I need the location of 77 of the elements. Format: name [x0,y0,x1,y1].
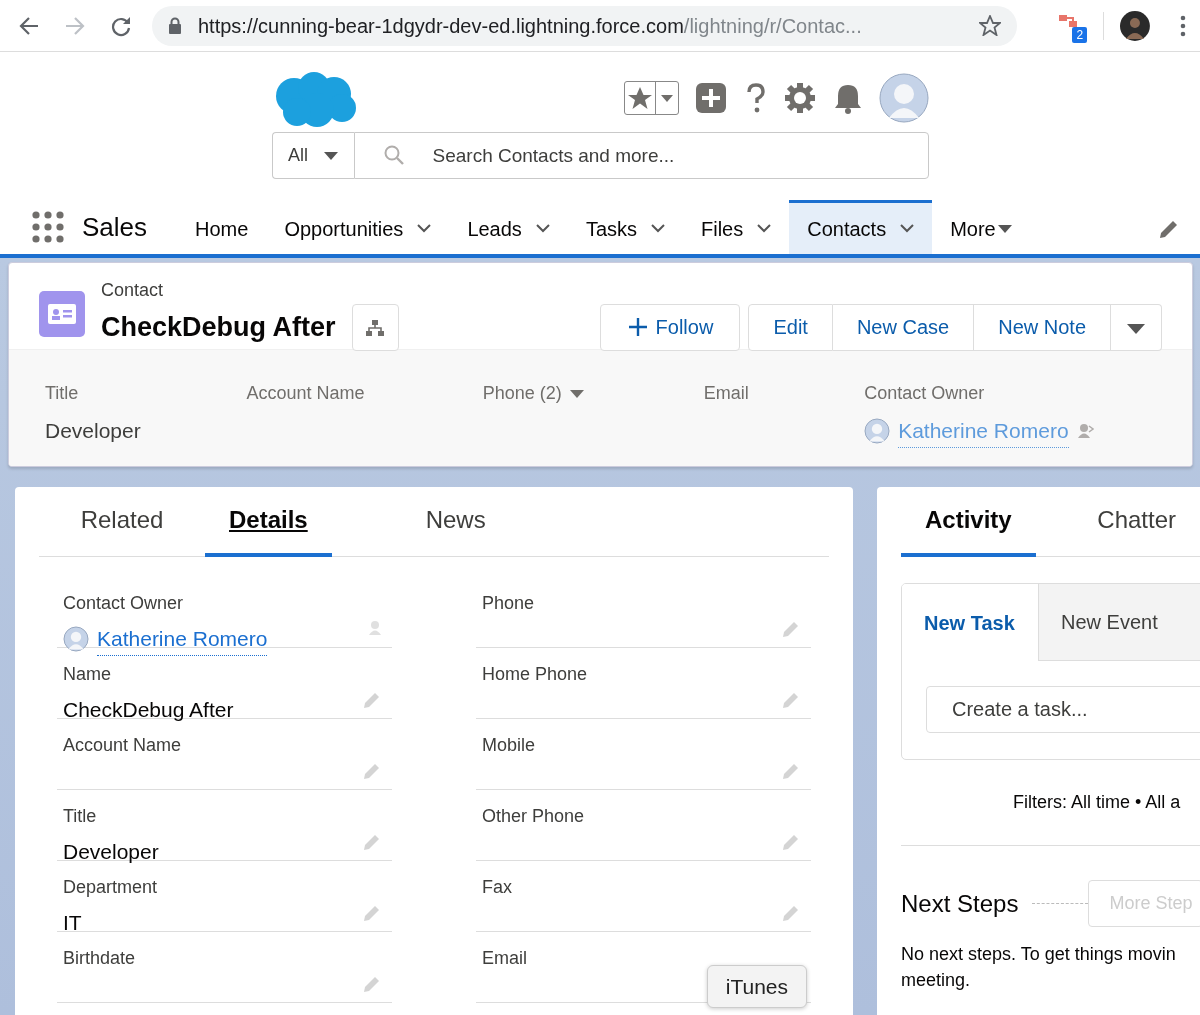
task-input-field[interactable]: Create a task... [926,686,1200,733]
lock-icon [168,16,182,35]
tooltip: iTunes [706,964,807,1008]
record-tab[interactable]: News [365,487,546,557]
activity-tab[interactable]: Activity [901,487,1036,557]
field-label: Account Name [246,382,365,405]
caret-icon [324,151,338,160]
field-label: Department [63,876,159,899]
caret-icon[interactable] [569,389,584,398]
url-text: https://cunning-bear-1dgydr-dev-ed.lightning.force.com [198,13,684,39]
nav-tab[interactable]: Leads [449,200,568,254]
app-name: Sales [82,210,148,244]
field-value: IT [63,910,82,936]
action-button[interactable]: Edit [748,303,833,351]
search-field[interactable]: Search Contacts and more... [353,132,929,179]
field-label: Contact Owner [63,592,185,615]
field-label: Contact Owner [864,382,985,405]
caret-icon [997,224,1012,233]
field-label: Phone [482,592,536,615]
nav-tab[interactable]: Opportunities [266,200,450,254]
field-label: Title [63,805,98,828]
field-label: Birthdate [63,947,137,970]
action-button[interactable]: New Note [974,303,1111,351]
back-arrow-icon [18,14,40,37]
avatar-icon [63,626,89,653]
record-name: CheckDebug After [101,311,336,344]
empty-message: No next steps. To get things movin meeting. [901,943,1177,993]
search-icon [383,145,404,165]
field-label: Home Phone [482,663,589,686]
field-label: Account Name [63,734,183,757]
add-icon[interactable] [694,82,727,114]
object-type-label: Contact [101,279,165,302]
section-title: Next Steps [901,888,1019,919]
field-label: Other Phone [482,805,586,828]
field-label: Mobile [482,734,537,757]
field-label: Fax [482,876,513,899]
activity-tab[interactable]: Chatter [1061,487,1200,557]
caret-icon [660,95,673,102]
search-scope-dropdown[interactable]: All [271,132,354,179]
settings-icon[interactable] [782,81,817,115]
favorites-button[interactable] [623,81,679,115]
hierarchy-button[interactable] [351,304,399,351]
notifications-icon[interactable] [832,82,863,114]
field-label: Name [63,663,112,686]
app-launcher-icon[interactable] [32,211,64,243]
more-actions-button[interactable] [1111,303,1162,351]
address-bar[interactable]: https://cunning-bear-1dgydr-dev-ed.lightning.force.com/lightning/r/Contac... [152,5,1018,46]
plus-icon [627,317,648,337]
nav-tab[interactable]: Files [683,200,790,254]
more-tab[interactable]: More [932,200,1030,254]
nav-tab[interactable]: Home [177,200,267,254]
record-tab[interactable]: Related [39,487,205,557]
owner-link[interactable]: Katherine Romero [97,623,268,656]
url-path-text: /lightning/r/Contac... [683,13,862,39]
field-label: Title [45,382,79,405]
caret-icon [1127,323,1145,334]
profile-avatar-icon[interactable] [1120,10,1150,41]
action-button[interactable]: New Case [832,303,975,351]
field-value: CheckDebug After [63,697,234,723]
contact-card-icon [39,291,85,337]
extension-button[interactable]: 2 [1057,8,1088,43]
field-label: Email [482,947,528,970]
record-tab[interactable]: Details [205,487,332,557]
bookmark-star-icon[interactable] [979,15,1002,36]
field-value: Developer [63,839,159,865]
hierarchy-icon [366,319,385,336]
nav-tab[interactable]: Contacts [789,200,933,254]
menu-icon[interactable] [1180,14,1186,37]
field-value: Developer [45,418,141,444]
field-label: Email [703,382,749,405]
follow-button[interactable]: Follow [600,303,741,351]
composer-tab[interactable]: New Event [1038,584,1200,661]
nav-tab[interactable]: Tasks [567,200,683,254]
field-label: Phone (2) [482,382,562,405]
avatar-icon [864,418,891,445]
badge-count: 2 [1072,26,1088,43]
filters-text: Filters: All time • All a [1013,791,1181,814]
